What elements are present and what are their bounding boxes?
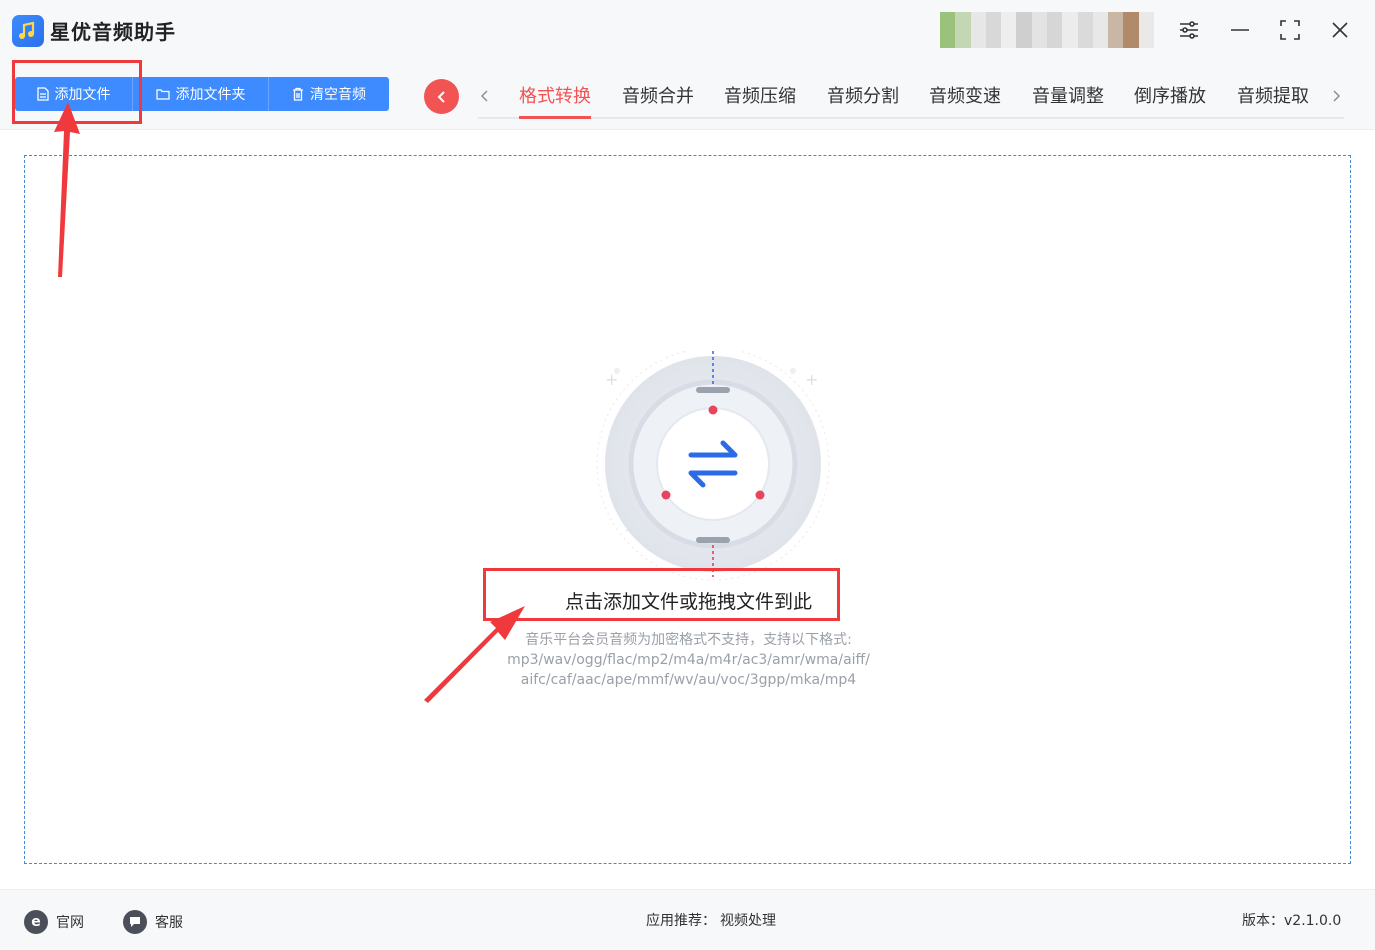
tab-audio-merge[interactable]: 音频合并	[622, 82, 694, 117]
maximize-icon[interactable]	[1274, 14, 1306, 46]
settings-sliders-icon[interactable]	[1173, 14, 1205, 46]
version-text: 版本：v2.1.0.0	[1242, 913, 1342, 929]
add-file-label: 添加文件	[54, 87, 111, 103]
chat-bubble-icon	[123, 910, 147, 934]
clear-audio-label: 清空音频	[310, 87, 366, 103]
minimize-icon[interactable]	[1224, 14, 1256, 46]
chevron-right-icon	[1333, 90, 1340, 102]
add-file-button[interactable]: 添加文件	[15, 77, 133, 111]
add-folder-button[interactable]: 添加文件夹	[133, 77, 269, 111]
supported-formats-line1: mp3/wav/ogg/flac/mp2/m4a/m4r/ac3/amr/wma…	[507, 652, 870, 668]
add-folder-label: 添加文件夹	[175, 87, 246, 103]
convert-illustration-icon: + +	[596, 351, 830, 581]
supported-formats-line2: aifc/caf/aac/ape/mmf/wv/au/voc/3gpp/mka/…	[520, 672, 857, 688]
website-link[interactable]: e 官网	[24, 910, 84, 934]
tabs-scroll-right[interactable]	[1325, 80, 1347, 112]
recommend-video-link[interactable]: 视频处理	[720, 910, 776, 930]
support-link[interactable]: 客服	[123, 910, 183, 934]
website-label: 官网	[56, 915, 84, 931]
file-button-group: 添加文件 添加文件夹 清空音频	[15, 77, 389, 111]
chevron-left-icon	[437, 90, 445, 103]
feature-tabs: 格式转换 音频合并 音频压缩 音频分割 音频变速 音量调整 倒序播放 音频提取	[478, 76, 1344, 119]
annotation-highlight-box	[483, 568, 840, 621]
app-recommend: 应用推荐： 视频处理	[646, 910, 776, 930]
app-title: 星优音频助手	[50, 20, 176, 44]
support-label: 客服	[155, 915, 183, 931]
tab-audio-compress[interactable]: 音频压缩	[724, 82, 796, 117]
clear-audio-button[interactable]: 清空音频	[269, 77, 389, 111]
folder-icon	[155, 89, 170, 100]
main-area: + + 点击添加文件或拖拽文件到此 音乐平台会员音频为加密格式不支持，支持以下格…	[0, 131, 1375, 889]
file-drop-zone[interactable]: + + 点击添加文件或拖拽文件到此 音乐平台会员音频为加密格式不支持，支持以下格…	[24, 155, 1351, 864]
status-bar: e 官网 客服 应用推荐： 视频处理 版本：v2.1.0.0	[0, 889, 1375, 950]
trash-icon	[293, 87, 303, 101]
app-logo-icon	[12, 15, 44, 47]
tab-audio-split[interactable]: 音频分割	[827, 82, 899, 117]
tab-audio-speed[interactable]: 音频变速	[929, 82, 1001, 117]
close-icon[interactable]	[1324, 14, 1356, 46]
recommend-label: 应用推荐：	[646, 913, 716, 929]
tab-audio-extract[interactable]: 音频提取	[1237, 82, 1309, 117]
tab-volume-adjust[interactable]: 音量调整	[1032, 82, 1104, 117]
drop-zone-note: 音乐平台会员音频为加密格式不支持，支持以下格式:	[525, 632, 852, 648]
svg-text:+: +	[805, 370, 818, 389]
title-bar: 星优音频助手	[0, 0, 1375, 60]
tab-reverse-play[interactable]: 倒序播放	[1134, 82, 1206, 117]
file-icon	[36, 87, 49, 101]
back-button[interactable]	[424, 79, 459, 114]
user-account-blurred[interactable]	[940, 12, 1154, 48]
website-e-icon: e	[24, 910, 48, 934]
tab-format-convert[interactable]: 格式转换	[519, 82, 591, 119]
